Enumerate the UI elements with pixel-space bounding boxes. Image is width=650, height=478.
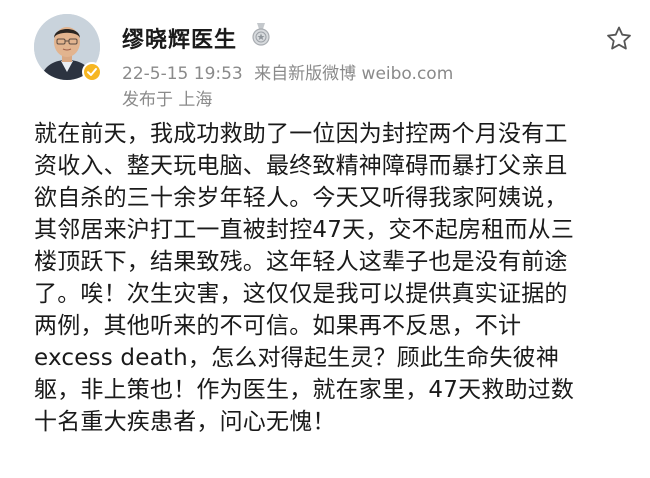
post-source: 来自新版微博 weibo.com bbox=[254, 64, 454, 84]
post-text-line: 楼顶跃下，结果致残。这年轻人这辈子也是没有前途 bbox=[34, 249, 568, 275]
post-body: 就在前天，我成功救助了一位因为封控两个月没有工 资收入、整天玩电脑、最终致精神障… bbox=[34, 118, 634, 438]
post-text-line: 两例，其他听来的不可信。如果再不反思，不计 bbox=[34, 313, 522, 339]
post-text-line: 十名重大疾患者，问心无愧！ bbox=[34, 409, 336, 435]
post-text-line: 欲自杀的三十余岁年轻人。今天又听得我家阿姨说， bbox=[34, 185, 568, 211]
post-text-line: 就在前天，我成功救助了一位因为封控两个月没有工 bbox=[34, 121, 568, 147]
post-timestamp[interactable]: 22-5-15 19:53 bbox=[122, 64, 243, 84]
post-text-line: 了。唉！次生灾害，这仅仅是我可以提供真实证据的 bbox=[34, 281, 568, 307]
author-name[interactable]: 缪晓辉医生 bbox=[122, 22, 237, 54]
post-text-line: 躯，非上策也！作为医生，就在家里，47天救助过数 bbox=[34, 377, 575, 403]
verified-badge-icon bbox=[82, 62, 102, 82]
medal-badge-icon[interactable] bbox=[250, 22, 272, 46]
post-text-line: 资收入、整天玩电脑、最终致精神障碍而暴打父亲且 bbox=[34, 153, 568, 179]
author-avatar[interactable] bbox=[34, 14, 104, 84]
post-text-line: excess death，怎么对得起生灵？顾此生命失彼神 bbox=[34, 345, 560, 371]
post-text-line: 其邻居来沪打工一直被封控47天，交不起房租而从三 bbox=[34, 217, 575, 243]
post-meta: 22-5-15 19:53 来自新版微博 weibo.com bbox=[122, 59, 459, 84]
star-outline-icon[interactable] bbox=[604, 24, 634, 54]
weibo-post-card: 缪晓辉医生 22-5-15 19:53 来自新版微博 weibo.com 发布于… bbox=[0, 0, 650, 478]
post-location: 发布于 上海 bbox=[122, 90, 213, 110]
